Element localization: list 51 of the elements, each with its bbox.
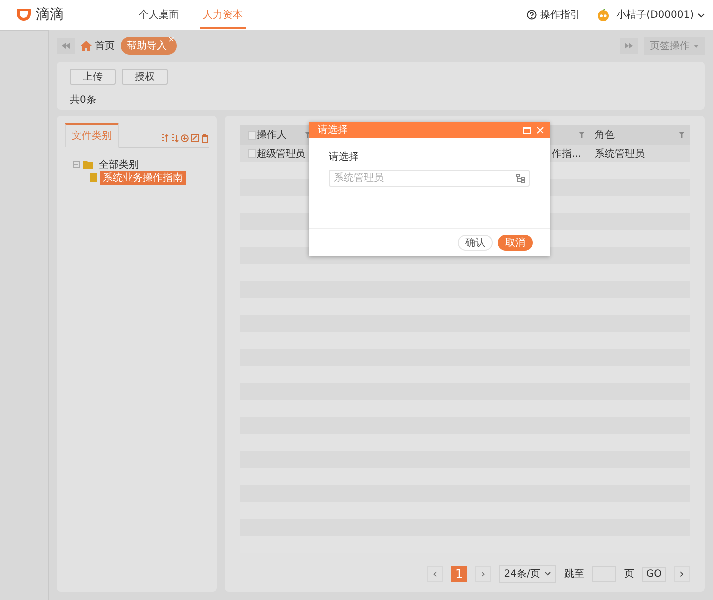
- column-header[interactable]: 操作人: [257, 128, 287, 142]
- maximize-icon[interactable]: [523, 126, 531, 134]
- filter-icon[interactable]: [679, 132, 685, 138]
- table-cell-text: 作指...: [551, 148, 583, 160]
- table-cell-text: 系统管理员: [594, 148, 646, 160]
- document-icon: [90, 173, 97, 182]
- collapse-toggle-icon[interactable]: [73, 161, 80, 168]
- rewind-icon: [62, 43, 70, 49]
- toolbar-button[interactable]: 上传: [70, 69, 116, 85]
- nav-tab[interactable]: 个人桌面: [136, 1, 182, 29]
- add-icon[interactable]: [181, 134, 189, 143]
- fast-forward-icon: [625, 43, 633, 49]
- page-unit: 页: [624, 568, 634, 581]
- scroll-left-button[interactable]: [57, 38, 75, 54]
- toolbar-button[interactable]: 授权: [122, 69, 168, 85]
- field-label: 请选择: [329, 150, 360, 164]
- avatar-icon: [596, 8, 610, 22]
- jump-label: 跳至: [564, 568, 584, 581]
- caret-icon: [545, 572, 552, 576]
- go-button[interactable]: GO: [642, 566, 666, 582]
- folder-icon: [83, 160, 93, 168]
- sort-descending-icon[interactable]: [171, 134, 179, 143]
- last-page-button[interactable]: ›: [674, 566, 690, 582]
- logo-text: 滴滴: [36, 6, 64, 24]
- select-field[interactable]: 系统管理员: [329, 170, 530, 187]
- table-cell-text: 超级管理员: [256, 148, 306, 160]
- previous-page-button[interactable]: ‹: [427, 566, 444, 582]
- caret-icon: [694, 44, 699, 48]
- filter-icon[interactable]: [579, 132, 585, 138]
- close-icon[interactable]: [537, 126, 544, 134]
- home-icon: [81, 41, 92, 51]
- logo-icon: [16, 8, 32, 22]
- home-tab[interactable]: 首页: [95, 39, 115, 53]
- help-link[interactable]: 操作指引: [540, 8, 581, 22]
- column-header[interactable]: 角色: [595, 128, 615, 142]
- row-checkbox[interactable]: [248, 149, 256, 158]
- tree-icon[interactable]: [516, 174, 525, 183]
- dialog-title: 请选择: [318, 124, 349, 137]
- edit-icon[interactable]: [191, 134, 199, 143]
- caret-icon[interactable]: [698, 12, 705, 18]
- page-size-select[interactable]: 24条/页: [499, 565, 556, 583]
- next-page-button[interactable]: ›: [475, 566, 492, 582]
- user-menu[interactable]: 小桔子(D00001): [616, 8, 694, 22]
- dialog-button[interactable]: 确认: [458, 234, 493, 250]
- scroll-right-button[interactable]: [620, 38, 638, 54]
- sort-ascending-icon[interactable]: [161, 134, 169, 143]
- help-icon[interactable]: [526, 10, 537, 20]
- tree-item[interactable]: 全部类别: [96, 158, 142, 172]
- delete-icon[interactable]: [201, 134, 209, 143]
- record-count: 共0条: [70, 94, 98, 107]
- select-all-checkbox[interactable]: [248, 130, 256, 140]
